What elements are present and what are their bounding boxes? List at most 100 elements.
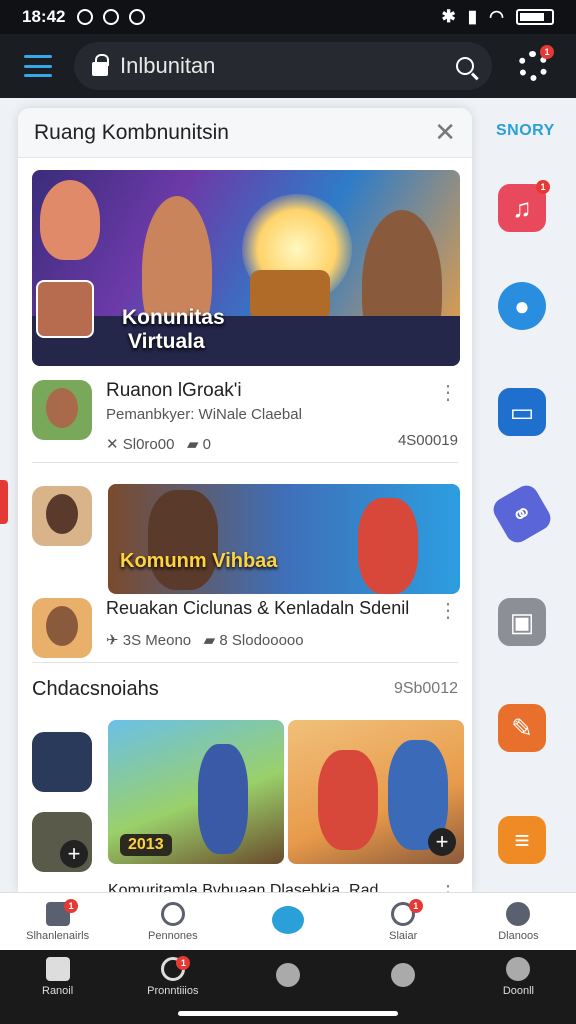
year-label: 2013 [120,834,172,856]
item-stat: 0 [202,436,212,453]
tab-label: Dlanoos [498,929,539,942]
notification-badge: 1 [540,45,554,59]
list-item-avatar [32,486,92,546]
list-item[interactable]: Reuakan Ciclunas & Kenladaln Sdenil ✈ 3S… [32,598,409,658]
rail-title[interactable]: SNORY [496,122,555,140]
address-text: Inlbunitan [120,53,216,78]
status-bar: 18:42 ✱ ▮ ◠ [0,0,576,34]
ground-illustration [32,316,460,366]
compass-icon [391,963,416,987]
character-illustration [40,180,100,260]
link-icon[interactable]: ⚭ [489,481,555,547]
comment-icon: ▰ [203,632,216,649]
notification-badge: 1 [176,956,191,970]
tab-home[interactable]: 1 Slhanlenairls [0,893,115,950]
notification-badge: 1 [64,899,78,913]
more-icon[interactable]: ⋮ [438,598,458,623]
tab-label: Ranoil [42,985,74,997]
avatar [36,280,94,338]
music-icon[interactable]: ♫ 1 [498,180,550,232]
avatar [32,486,92,546]
add-icon[interactable]: + [428,828,456,856]
search-icon[interactable] [456,57,474,75]
search-icon [160,901,185,926]
item-stats: ✈ 3S Meono ▰ 8 Slodooooo [106,631,409,649]
home-indicator[interactable] [178,1011,398,1016]
tab-home[interactable]: Ranoil [0,950,115,1024]
notification-icon [103,9,120,25]
app-rail: SNORY ♫ 1 ● ▭ ⚭ ▣ ✎ ≡ [470,98,576,892]
section-count: 9Sb0012 [393,680,458,697]
tab-label: Pronntiiios [147,985,199,997]
item-stats: ✕ Sl0ro00 ▰ 0 [106,435,302,453]
item-title: Reuakan Ciclunas & Kenladaln Sdenil [106,598,410,618]
notification-badge: 1 [536,180,550,194]
hero-tag-line2: Virtuala [128,330,205,353]
battery-icon [516,9,554,25]
divider [32,462,458,463]
community-panel: Ruang Kombnunitsin ✕ Konunitas Virtuala … [18,108,472,892]
item-count: 4S00019 [397,432,458,449]
tab-profile[interactable]: Doonll [461,950,576,1024]
add-icon[interactable]: + [60,840,88,868]
folder-icon[interactable]: ≡ [498,816,546,864]
item-title: Ruanon lGroak'i [106,380,242,401]
browser-toolbar: Inlbunitan 1 [0,34,576,98]
tab-search[interactable]: Pennones [115,893,230,950]
chat-icon [272,905,304,934]
gallery-image[interactable]: 2013 [108,720,284,864]
hero-tag: Konunitas Virtuala [122,306,225,354]
status-time: 18:42 [22,7,66,26]
sign-illustration [250,270,330,320]
tab-profile[interactable]: Dlanoos [461,893,576,950]
wifi-icon: ◠ [489,7,504,26]
wallet-icon[interactable]: ▭ [498,388,546,436]
item-stat: 8 Slodooooo [219,632,304,649]
more-icon[interactable]: ⋮ [438,880,458,892]
list-item[interactable]: Ruanon lGroak'i Pemanbkyer: WiNale Claeb… [32,380,302,453]
notification-icon [129,9,146,25]
tab-bar: 1 Slhanlenairls Pennones 1 Slaiar Dlanoo… [0,892,576,950]
gear-icon[interactable]: 1 [518,45,554,81]
scroll-marker [0,480,8,524]
comment-icon: ▰ [186,436,199,453]
main-content: SNORY ♫ 1 ● ▭ ⚭ ▣ ✎ ≡ Ruang Kombnunitsin … [0,98,576,892]
notification-icon [77,9,94,25]
avatar [32,380,92,440]
menu-icon[interactable] [24,55,52,77]
hero-tag-line1: Konunitas [122,306,225,329]
gallery-image[interactable]: + [288,720,464,864]
avatar[interactable]: + [32,812,92,872]
divider [32,662,458,663]
item-subtitle: Pemanbkyer: WiNale Claebal [106,406,302,423]
tab-label: Slhanlenairls [26,929,90,942]
feature-banner[interactable]: Komunm Vihbaa [108,484,460,594]
banner-tag: Komunm Vihbaa [120,550,278,572]
chat-icon [276,963,300,987]
tools-icon[interactable]: ✎ [498,704,546,752]
tab-chat[interactable] [230,893,345,950]
messenger-icon[interactable]: ● [498,282,546,330]
section-title: Chdacsnoiahs [32,678,159,700]
notification-badge: 1 [408,899,423,913]
hero-banner[interactable]: Konunitas Virtuala [32,170,460,366]
lock-icon [92,54,109,76]
item-stat: ✕ Sl0ro00 [106,436,175,453]
more-icon[interactable]: ⋮ [438,380,458,405]
profile-icon [506,901,531,926]
item-title: Komuritamla Bvbuaan Dlasebkia. Rad ... [108,882,397,892]
tab-label: Slaiar [389,929,418,942]
home-icon [45,957,70,981]
tab-discover[interactable]: 1 Slaiar [346,893,461,950]
panel-title: Ruang Kombnunitsin [34,120,229,144]
bluetooth-icon: ✱ [441,7,456,26]
address-bar[interactable]: Inlbunitan [74,42,492,90]
item-stat: 3S Meono [122,632,192,649]
profile-icon [506,957,531,981]
chat-icon[interactable]: ▣ [498,598,546,646]
tab-label: Doonll [502,985,534,997]
panel-header: Ruang Kombnunitsin ✕ [18,108,472,158]
avatar[interactable] [32,732,92,792]
signal-icon: ▮ [467,7,478,26]
close-icon[interactable]: ✕ [434,117,456,148]
